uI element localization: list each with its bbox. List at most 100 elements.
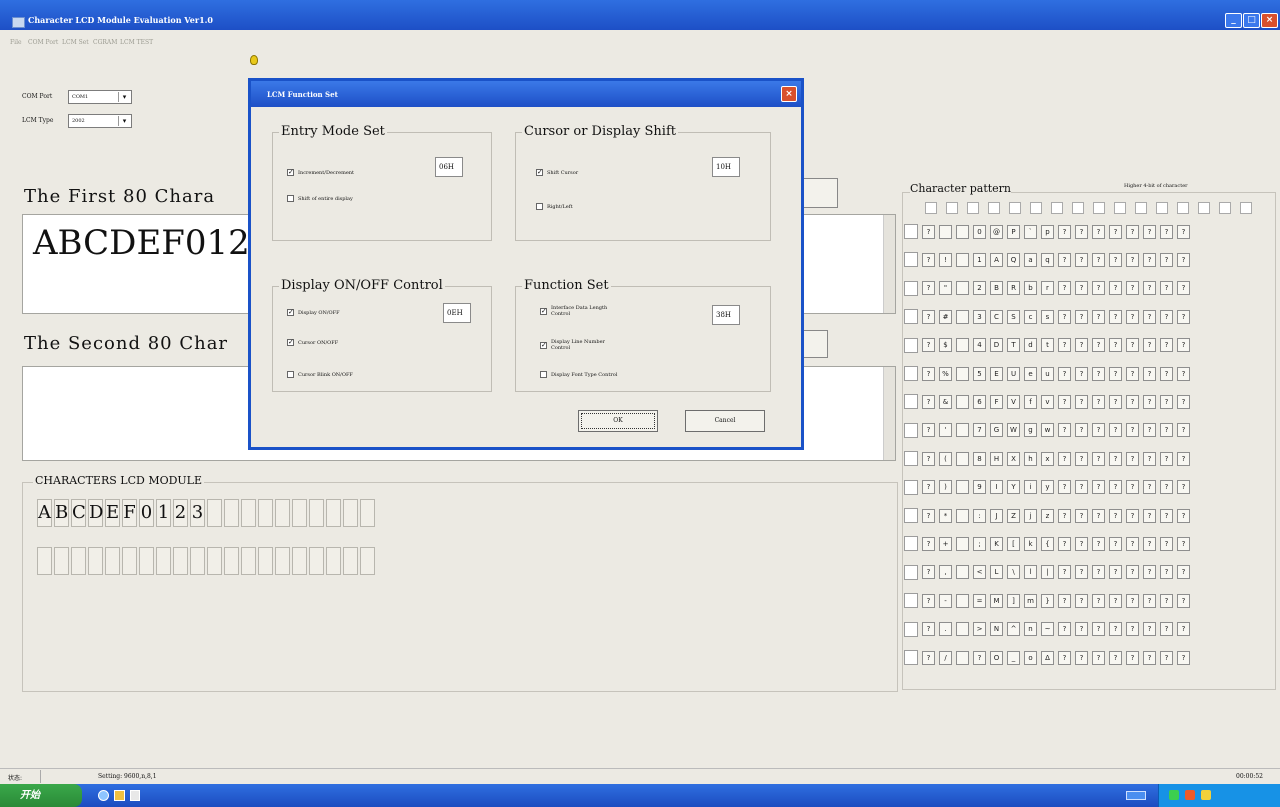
shift-cursor-checkbox[interactable]: ✓ Shift Cursor xyxy=(536,169,578,176)
character-cell[interactable]: C xyxy=(990,309,1003,324)
character-cell[interactable]: ? xyxy=(1109,366,1122,381)
lower-bit-cell[interactable] xyxy=(904,394,918,410)
character-cell[interactable]: ` xyxy=(1024,224,1037,239)
chevron-down-icon[interactable]: ▾ xyxy=(118,116,130,126)
lower-bit-cell[interactable] xyxy=(904,309,918,325)
lower-bit-cell[interactable] xyxy=(904,564,918,580)
character-cell[interactable]: ? xyxy=(1177,252,1190,267)
checkbox-box[interactable]: ✓ xyxy=(287,339,294,346)
character-cell[interactable]: U xyxy=(1007,366,1020,381)
folder-icon[interactable] xyxy=(114,790,125,801)
character-cell[interactable]: ? xyxy=(1143,252,1156,267)
character-cell[interactable]: ? xyxy=(1092,224,1105,239)
character-cell[interactable] xyxy=(956,394,969,409)
character-cell[interactable]: H xyxy=(990,451,1003,466)
character-cell[interactable]: ) xyxy=(939,480,952,495)
character-cell[interactable]: ? xyxy=(1058,622,1071,637)
display-line-number-checkbox[interactable]: ✓ Display Line Number Control xyxy=(540,339,613,351)
character-cell[interactable]: ? xyxy=(1075,508,1088,523)
character-cell[interactable]: ? xyxy=(1143,309,1156,324)
lower-bit-cell[interactable] xyxy=(904,224,918,239)
character-cell[interactable]: ? xyxy=(1177,338,1190,353)
character-cell[interactable]: ? xyxy=(1177,593,1190,608)
character-cell[interactable]: 1 xyxy=(973,252,986,267)
character-cell[interactable]: X xyxy=(1007,451,1020,466)
character-cell[interactable]: s xyxy=(1041,309,1054,324)
character-cell[interactable]: , xyxy=(939,565,952,580)
character-cell[interactable]: ? xyxy=(1109,394,1122,409)
character-cell[interactable]: ? xyxy=(1160,366,1173,381)
character-cell[interactable]: ? xyxy=(1109,622,1122,637)
character-cell[interactable]: r xyxy=(1041,281,1054,296)
character-cell[interactable]: 7 xyxy=(973,423,986,438)
increment-decrement-checkbox[interactable]: ✓ Increment/Decrement xyxy=(287,169,354,176)
character-cell[interactable]: ? xyxy=(1075,224,1088,239)
character-cell[interactable]: ? xyxy=(1143,593,1156,608)
volume-icon[interactable] xyxy=(1201,790,1211,800)
character-cell[interactable]: ? xyxy=(1058,338,1071,353)
character-cell[interactable]: @ xyxy=(990,224,1003,239)
character-cell[interactable]: ? xyxy=(1143,480,1156,495)
higher-bit-cell[interactable] xyxy=(1009,202,1021,214)
character-cell[interactable]: ? xyxy=(1126,224,1139,239)
character-cell[interactable]: ? xyxy=(1143,423,1156,438)
character-cell[interactable]: ? xyxy=(922,394,935,409)
character-cell[interactable]: Δ xyxy=(1041,650,1054,665)
character-cell[interactable]: ? xyxy=(1109,338,1122,353)
character-cell[interactable]: ? xyxy=(1092,451,1105,466)
character-cell[interactable]: ? xyxy=(1143,224,1156,239)
lower-bit-cell[interactable] xyxy=(904,337,918,353)
character-cell[interactable]: E xyxy=(990,366,1003,381)
character-cell[interactable]: = xyxy=(973,593,986,608)
character-cell[interactable]: ? xyxy=(1092,593,1105,608)
checkbox-box[interactable] xyxy=(536,203,543,210)
character-cell[interactable]: ? xyxy=(1143,565,1156,580)
character-cell[interactable]: ? xyxy=(1075,338,1088,353)
character-cell[interactable]: ? xyxy=(1058,281,1071,296)
character-cell[interactable]: o xyxy=(1024,650,1037,665)
character-cell[interactable]: ? xyxy=(1177,508,1190,523)
character-cell[interactable] xyxy=(956,480,969,495)
higher-bit-cell[interactable] xyxy=(967,202,979,214)
start-button[interactable]: 开始 xyxy=(0,784,82,807)
checkbox-box[interactable]: ✓ xyxy=(287,309,294,316)
character-cell[interactable]: K xyxy=(990,536,1003,551)
character-cell[interactable]: M xyxy=(990,593,1003,608)
character-cell[interactable]: W xyxy=(1007,423,1020,438)
character-cell[interactable]: ? xyxy=(1075,536,1088,551)
character-cell[interactable]: ? xyxy=(922,338,935,353)
character-cell[interactable]: . xyxy=(939,622,952,637)
character-cell[interactable] xyxy=(956,309,969,324)
character-cell[interactable]: ? xyxy=(1109,508,1122,523)
character-cell[interactable]: ( xyxy=(939,451,952,466)
character-cell[interactable]: ? xyxy=(1143,394,1156,409)
lower-bit-cell[interactable] xyxy=(904,650,918,665)
character-cell[interactable]: 8 xyxy=(973,451,986,466)
character-cell[interactable]: P xyxy=(1007,224,1020,239)
character-cell[interactable]: ? xyxy=(1177,480,1190,495)
character-cell[interactable]: ? xyxy=(1143,650,1156,665)
character-cell[interactable]: } xyxy=(1041,593,1054,608)
character-cell[interactable] xyxy=(956,451,969,466)
second80-send-button[interactable] xyxy=(800,330,828,358)
character-cell[interactable]: h xyxy=(1024,451,1037,466)
character-cell[interactable]: # xyxy=(939,309,952,324)
character-cell[interactable]: B xyxy=(990,281,1003,296)
character-cell[interactable]: n xyxy=(1024,622,1037,637)
checkbox-box[interactable] xyxy=(540,371,547,378)
character-cell[interactable]: ? xyxy=(1092,281,1105,296)
cursor-blink-checkbox[interactable]: Cursor Blink ON/OFF xyxy=(287,371,353,378)
character-cell[interactable]: ? xyxy=(1126,252,1139,267)
interface-data-length-checkbox[interactable]: ✓ Interface Data Length Control xyxy=(540,305,613,317)
chevron-down-icon[interactable]: ▾ xyxy=(118,92,130,102)
character-cell[interactable]: ? xyxy=(1075,565,1088,580)
character-cell[interactable]: ? xyxy=(1160,565,1173,580)
character-cell[interactable]: ? xyxy=(1126,366,1139,381)
character-cell[interactable]: ? xyxy=(1092,338,1105,353)
character-cell[interactable]: % xyxy=(939,366,952,381)
character-cell[interactable] xyxy=(956,650,969,665)
higher-bit-cell[interactable] xyxy=(1177,202,1189,214)
checkbox-box[interactable]: ✓ xyxy=(287,169,294,176)
character-cell[interactable]: ? xyxy=(1177,536,1190,551)
character-cell[interactable]: ? xyxy=(1160,622,1173,637)
